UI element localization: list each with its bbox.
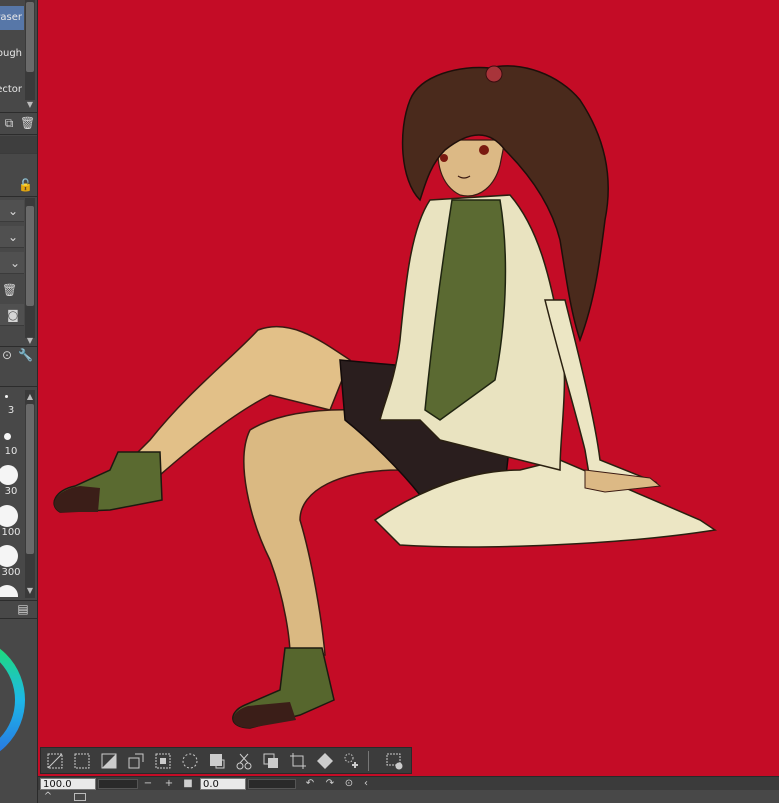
app-window: Eraser Rough Vector ▼ ⧉ 🗑 🔓 ⌄ ⌄ ⌄ 🗑 ◙ ▼ … [0, 0, 779, 803]
wrench-icon[interactable]: 🔧 [18, 348, 33, 362]
toolbar-divider [368, 751, 369, 771]
zoom-slider[interactable] [98, 779, 138, 789]
brush-dot[interactable] [0, 505, 18, 527]
expand-up-icon[interactable]: ^ [42, 790, 54, 803]
cut-icon[interactable] [234, 751, 254, 771]
fill-selection-icon[interactable] [99, 751, 119, 771]
zoom-out-icon[interactable]: − [142, 777, 154, 790]
selection-settings-icon[interactable] [385, 751, 405, 771]
lock-icon[interactable]: 🔓 [18, 178, 33, 192]
brush-size-30[interactable]: 30 [0, 486, 22, 497]
panel-menu-icon[interactable]: ▤ [16, 602, 30, 616]
back-shoe-tip [54, 486, 100, 512]
expand-icon[interactable]: ⌄ [6, 230, 20, 244]
tool-item-vector[interactable]: Vector [0, 78, 24, 102]
brush-size-100[interactable]: 100 [0, 527, 22, 538]
hair-tie [485, 65, 503, 83]
collapse-icon[interactable]: ‹ [360, 777, 372, 790]
left-panel: Eraser Rough Vector ▼ ⧉ 🗑 🔓 ⌄ ⌄ ⌄ 🗑 ◙ ▼ … [0, 0, 38, 803]
crop-selection-icon[interactable] [153, 751, 173, 771]
illustration [53, 65, 718, 729]
toggle-icon[interactable]: ◙ [6, 308, 20, 322]
copy-layer-icon[interactable] [261, 751, 281, 771]
scroll-down-icon[interactable]: ▼ [25, 100, 35, 110]
bottom-strip: ^ [38, 790, 779, 803]
navigator-icon[interactable] [74, 793, 86, 801]
transform-icon[interactable] [288, 751, 308, 771]
right-eye [479, 145, 489, 155]
brush-dot[interactable] [5, 395, 8, 398]
zoom-field[interactable]: 100.0 [40, 778, 96, 790]
select-more-icon[interactable] [342, 751, 362, 771]
tool-label: Eraser [0, 12, 22, 23]
selection-toolbar [40, 747, 412, 774]
expand-icon[interactable]: ⌄ [6, 204, 20, 218]
settings-dial-icon[interactable]: ⊙ [0, 348, 14, 362]
delete-icon[interactable]: 🗑 [2, 283, 17, 297]
properties-scrollbar[interactable] [25, 198, 35, 338]
brush-dot[interactable] [0, 545, 18, 567]
rotation-field[interactable]: 0.0 [200, 778, 246, 790]
tool-list-scrollbar[interactable] [25, 0, 35, 100]
delete-tool-icon[interactable]: 🗑 [20, 116, 35, 130]
brush-size-10[interactable]: 10 [0, 446, 22, 457]
status-bar: 100.0 − + ■ 0.0 ↶ ↷ ⊙ ‹ [38, 776, 779, 790]
shrink-selection-icon[interactable] [207, 751, 227, 771]
duplicate-tool-icon[interactable]: ⧉ [2, 116, 16, 130]
scale-selection-icon[interactable] [126, 751, 146, 771]
reset-rotation-icon[interactable]: ⊙ [343, 777, 355, 790]
tool-item-eraser[interactable]: Eraser [0, 6, 24, 30]
zoom-in-icon[interactable]: + [163, 777, 175, 790]
brush-dot[interactable] [4, 433, 11, 440]
scroll-down-icon[interactable]: ▼ [25, 586, 35, 596]
scroll-down-icon[interactable]: ▼ [25, 336, 35, 346]
fit-view-icon[interactable]: ■ [182, 777, 194, 790]
invert-selection-icon[interactable] [72, 751, 92, 771]
left-eye [440, 154, 448, 162]
brush-dot[interactable] [0, 465, 18, 485]
chevron-down-icon[interactable]: ⌄ [8, 256, 22, 270]
panel-header [0, 136, 37, 154]
brush-dot[interactable] [0, 585, 18, 597]
brush-size-scrollbar[interactable] [25, 390, 35, 598]
rotate-left-icon[interactable]: ↶ [304, 777, 316, 790]
rotate-right-icon[interactable]: ↷ [324, 777, 336, 790]
brush-size-300[interactable]: 300 [0, 567, 22, 578]
select-dotted-icon[interactable] [180, 751, 200, 771]
tool-label: Vector [0, 84, 22, 95]
fill-bucket-icon[interactable] [315, 751, 335, 771]
scroll-up-icon[interactable]: ▲ [25, 392, 35, 402]
rotation-slider[interactable] [248, 779, 296, 789]
tool-item-rough[interactable]: Rough [0, 42, 24, 66]
color-wheel[interactable] [0, 620, 38, 800]
clear-selection-icon[interactable] [45, 751, 65, 771]
brush-size-3[interactable]: 3 [0, 405, 22, 416]
tool-label: Rough [0, 48, 22, 59]
drawing-canvas[interactable] [38, 0, 779, 776]
